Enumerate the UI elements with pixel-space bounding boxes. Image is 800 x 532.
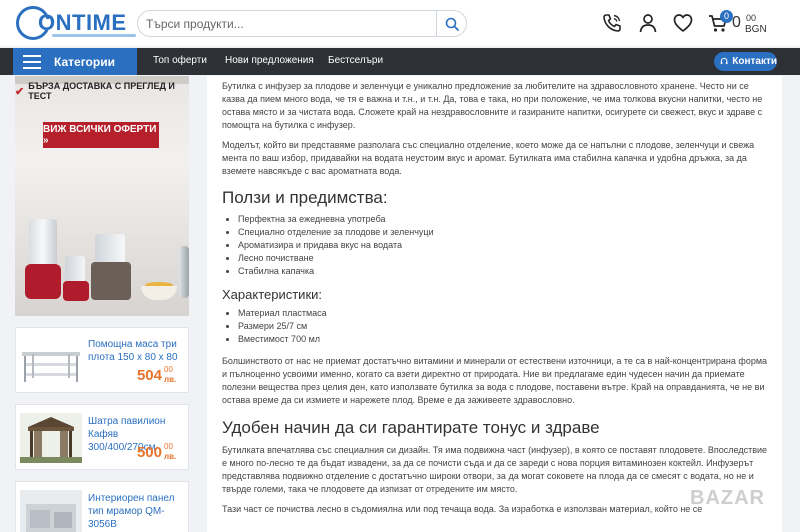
list-item: Стабилна капачка — [238, 265, 770, 278]
description-paragraph: Болшинството от нас не приемат достатъчн… — [222, 356, 768, 405]
search-box — [137, 10, 467, 37]
headset-icon — [720, 57, 728, 65]
promo-banner[interactable]: ✔ БЪРЗА ДОСТАВКА С ПРЕГЛЕД И ТЕСТ ВИЖ ВС… — [15, 76, 189, 316]
categories-label: Категории — [54, 54, 115, 69]
logo-swoosh — [52, 34, 136, 37]
search-button[interactable] — [436, 10, 466, 37]
product-currency: лв. — [164, 375, 177, 384]
small-blender-image — [65, 256, 85, 282]
banner-delivery-text: БЪРЗА ДОСТАВКА С ПРЕГЛЕД И ТЕСТ — [28, 81, 175, 101]
nav-link-new-offers[interactable]: Нови предложения — [225, 55, 314, 66]
product-name[interactable]: Помощна маса три плота 150 х 80 х 80 — [88, 338, 188, 364]
bowl-image — [141, 286, 177, 300]
search-input[interactable] — [146, 15, 426, 33]
account-button[interactable] — [636, 11, 660, 35]
list-item: Перфектна за ежедневна употреба — [238, 213, 770, 226]
heading-specs: Характеристики: — [222, 287, 323, 302]
contacts-button[interactable]: Контакти — [714, 52, 777, 71]
description-paragraph: Бутилка с инфузер за плодове и зеленчуци… — [222, 81, 763, 130]
product-image-gazebo — [20, 413, 82, 463]
list-item: Лесно почистване — [238, 252, 770, 265]
phone-button[interactable] — [600, 11, 624, 35]
logo-text: ONTIME — [38, 10, 127, 35]
list-item: Материал пластмаса — [238, 307, 770, 320]
cart-total-cents: 00 — [746, 13, 757, 23]
sidebar-product-card[interactable]: Интериорен панел тип мрамор QM-3056B — [15, 481, 189, 532]
product-price: 504 — [136, 367, 162, 384]
contacts-label: Контакти — [732, 56, 777, 67]
product-price: 500 — [136, 444, 162, 461]
site-header: ONTIME 0 — [0, 0, 800, 46]
phone-icon — [603, 14, 621, 32]
product-name[interactable]: Интериорен панел тип мрамор QM-3056B — [88, 492, 188, 531]
product-image-table — [22, 352, 80, 382]
description-paragraph: Тази част се почиства лесно в съдомиялна… — [222, 504, 703, 514]
list-item: Вместимост 700 мл — [238, 333, 770, 346]
hand-mixer-image — [179, 246, 189, 298]
description-paragraph: Моделът, който ви представяме разполага … — [222, 140, 755, 176]
heading-benefits: Ползи и предимства: — [222, 188, 388, 207]
product-description: Бутилка с инфузер за плодове и зеленчуци… — [207, 76, 782, 532]
cart-currency: BGN — [745, 24, 767, 35]
product-price-cents: 00 — [164, 442, 173, 451]
small-blender-base-image — [63, 281, 89, 301]
banner-delivery-line: ✔ БЪРЗА ДОСТАВКА С ПРЕГЛЕД И ТЕСТ — [15, 81, 189, 101]
blender-image — [29, 219, 57, 265]
nav-link-top-offers[interactable]: Топ оферти — [153, 55, 207, 66]
sidebar-product-card[interactable]: Помощна маса три плота 150 х 80 х 80 504… — [15, 327, 189, 393]
wishlist-button[interactable] — [671, 11, 695, 35]
list-item: Специално отделение за плодове и зеленчу… — [238, 226, 770, 239]
heading-tonus: Удобен начин да си гарантирате тонус и з… — [222, 418, 600, 437]
description-paragraph: Бутилката впечатлява със специалния си д… — [222, 445, 768, 494]
specs-list: Материал пластмаса Размери 25/7 см Вмест… — [222, 307, 770, 346]
benefits-list: Перфектна за ежедневна употреба Специалн… — [222, 213, 770, 278]
list-item: Размери 25/7 см — [238, 320, 770, 333]
view-all-offers-button[interactable]: ВИЖ ВСИЧКИ ОФЕРТИ » — [43, 122, 159, 148]
food-processor-base-image — [91, 262, 131, 300]
blender-base-image — [25, 264, 61, 299]
nav-link-bestsellers[interactable]: Бестселъри — [328, 55, 383, 66]
food-processor-image — [95, 234, 125, 264]
list-item: Ароматизира и придава вкус на водата — [238, 239, 770, 252]
product-image-panel — [20, 490, 82, 532]
user-icon — [639, 14, 657, 33]
main-nav: Категории Топ оферти Нови предложения Бе… — [0, 48, 800, 75]
product-price-cents: 00 — [164, 365, 173, 374]
heart-icon — [673, 14, 693, 32]
sidebar-product-card[interactable]: Шатра павилион Кафяв 300/400/270см 500 0… — [15, 404, 189, 470]
search-icon — [445, 17, 459, 31]
bazar-watermark: BAZAR — [690, 487, 765, 509]
site-logo[interactable]: ONTIME — [16, 4, 136, 40]
product-currency: лв. — [164, 452, 177, 461]
cart-total[interactable]: 0 — [732, 14, 741, 32]
categories-button[interactable]: Категории — [13, 48, 137, 75]
menu-icon — [23, 54, 41, 69]
check-icon: ✔ — [15, 85, 25, 98]
